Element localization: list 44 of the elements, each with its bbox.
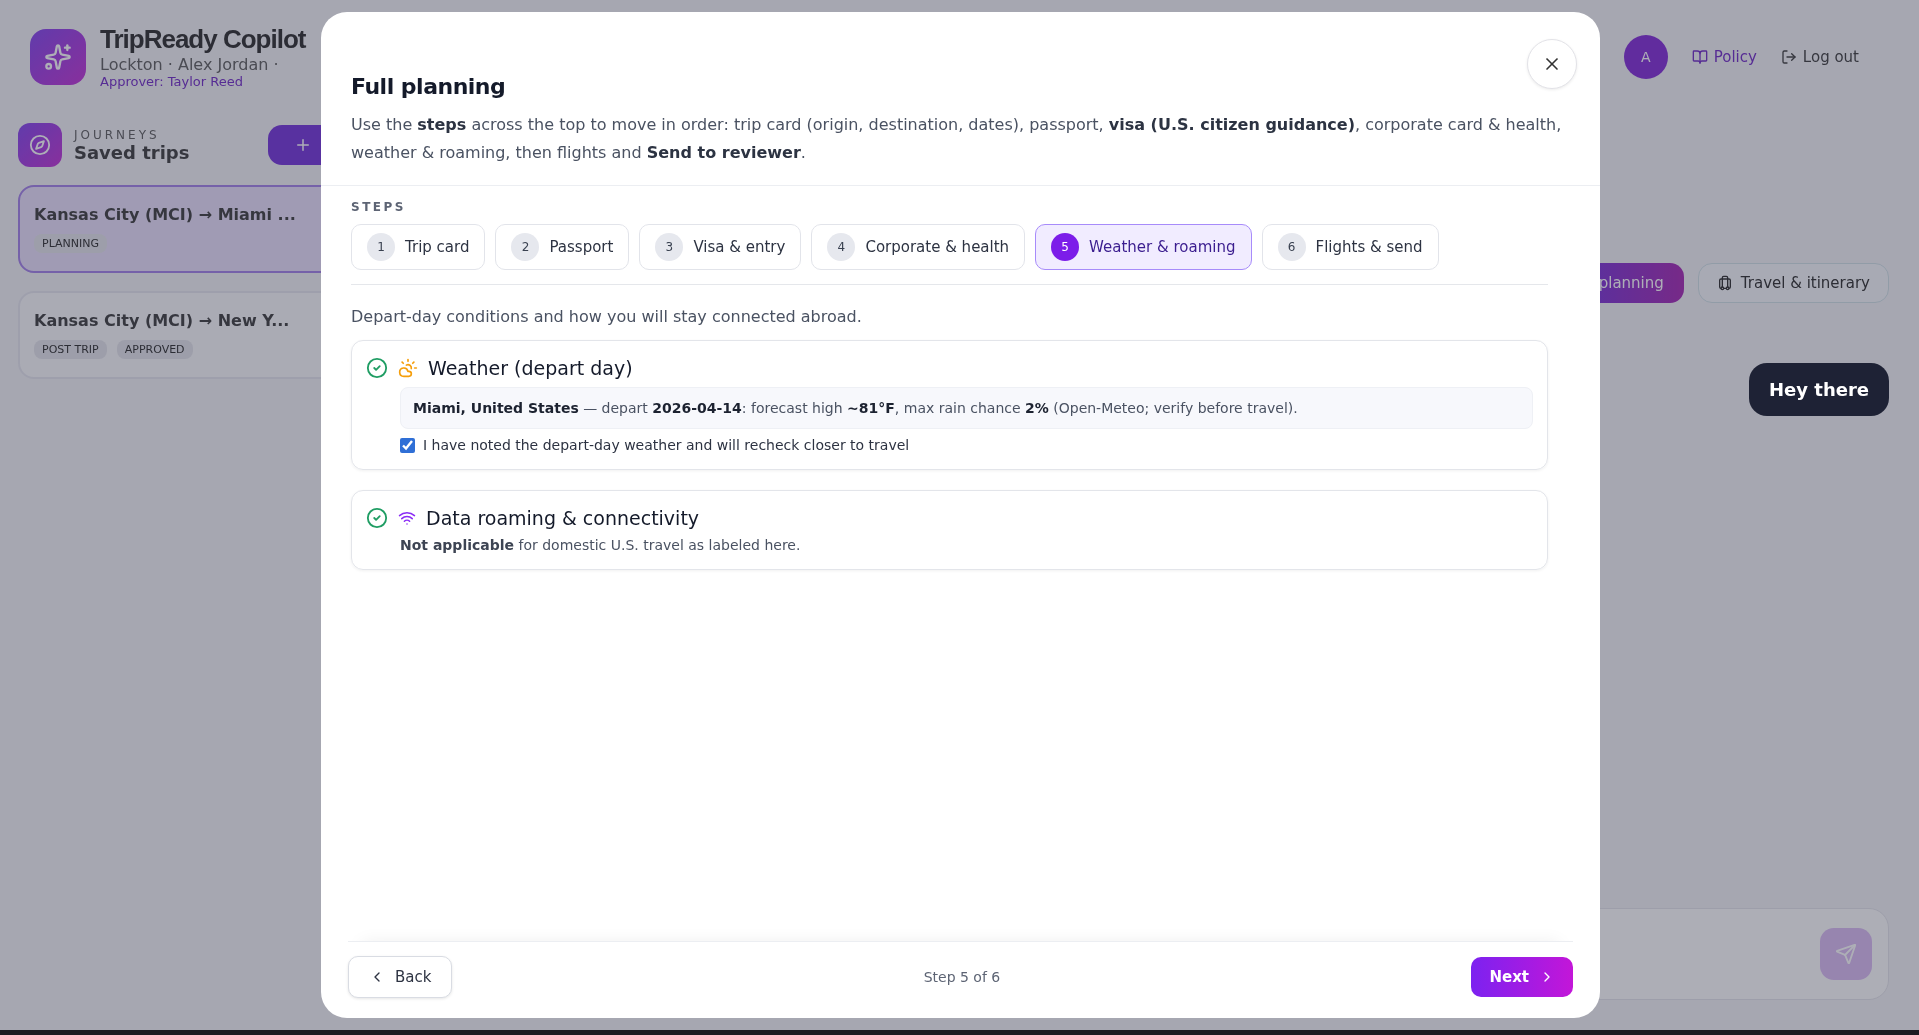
- status-tag: POST TRIP: [34, 340, 107, 359]
- dialog-intro: Use the steps across the top to move in order: trip card (origin, destination, dates), passport, visa (U.S. citizen guidance), corporate card & health, weather & roaming, then flights and Send to reviewer.: [351, 114, 1563, 164]
- dialog-title: Full planning: [351, 74, 507, 99]
- checkbox-label: I have noted the depart-day weather and will recheck closer to travel: [423, 437, 910, 453]
- luggage-icon: [1716, 275, 1733, 291]
- trip-title: Kansas City (MCI) → New Y...: [34, 311, 291, 330]
- section-intro: Depart-day conditions and how you will stay connected abroad.: [351, 307, 863, 326]
- book-icon: [1691, 48, 1708, 65]
- travel-tab[interactable]: Travel & itinerary: [1697, 263, 1889, 303]
- plus-icon: [294, 136, 312, 154]
- weather-summary: Miami, United States — depart 2026-04-14: forecast high ~81°F, max rain chance 2% (Open-Meteo; verify before travel).: [400, 387, 1533, 429]
- trip-title: Kansas City (MCI) → Miami ...: [34, 205, 297, 224]
- card-title: Weather (depart day): [428, 357, 633, 379]
- section-label: JOURNEYS: [74, 127, 161, 142]
- section-title: Saved trips: [74, 141, 190, 163]
- close-button[interactable]: [1527, 39, 1577, 89]
- approver-line: Approver: Taylor Reed: [100, 74, 244, 89]
- chat-message: Hey there: [1749, 363, 1889, 416]
- compass-icon: [18, 123, 62, 167]
- step-counter: Step 5 of 6: [923, 969, 1001, 985]
- user-avatar[interactable]: A: [1623, 34, 1668, 79]
- back-button[interactable]: Back: [348, 956, 453, 998]
- nav-link[interactable]: Policy: [1691, 47, 1757, 66]
- step-tab[interactable]: 3 Visa & entry: [639, 224, 802, 270]
- org-line: Lockton · Alex Jordan ·: [100, 55, 280, 74]
- status-tag: APPROVED: [116, 340, 193, 359]
- step-tab[interactable]: 2 Passport: [495, 224, 630, 270]
- sparkle-icon: [30, 28, 86, 85]
- logout-icon: [1780, 48, 1797, 65]
- card-note: Not applicable for domestic U.S. travel as labeled here.: [400, 537, 802, 553]
- step-tab[interactable]: 4 Corporate & health: [811, 224, 1026, 270]
- step-tab[interactable]: 5 Weather & roaming: [1035, 224, 1252, 270]
- step-tab[interactable]: 6 Flights & send: [1261, 224, 1439, 270]
- status-tag: PLANNING: [34, 234, 107, 253]
- step-tab[interactable]: 1 Trip card: [351, 224, 486, 270]
- send-icon: [1835, 943, 1857, 965]
- next-button[interactable]: Next: [1471, 957, 1573, 997]
- card-title: Data roaming & connectivity: [426, 507, 700, 529]
- nav-link[interactable]: Log out: [1780, 47, 1859, 66]
- sun-cloud-icon: [398, 358, 418, 378]
- checkbox[interactable]: [400, 437, 415, 453]
- steps-label: STEPS: [351, 200, 407, 214]
- app-title: TripReady Copilot: [100, 24, 306, 55]
- wifi-icon: [398, 509, 416, 527]
